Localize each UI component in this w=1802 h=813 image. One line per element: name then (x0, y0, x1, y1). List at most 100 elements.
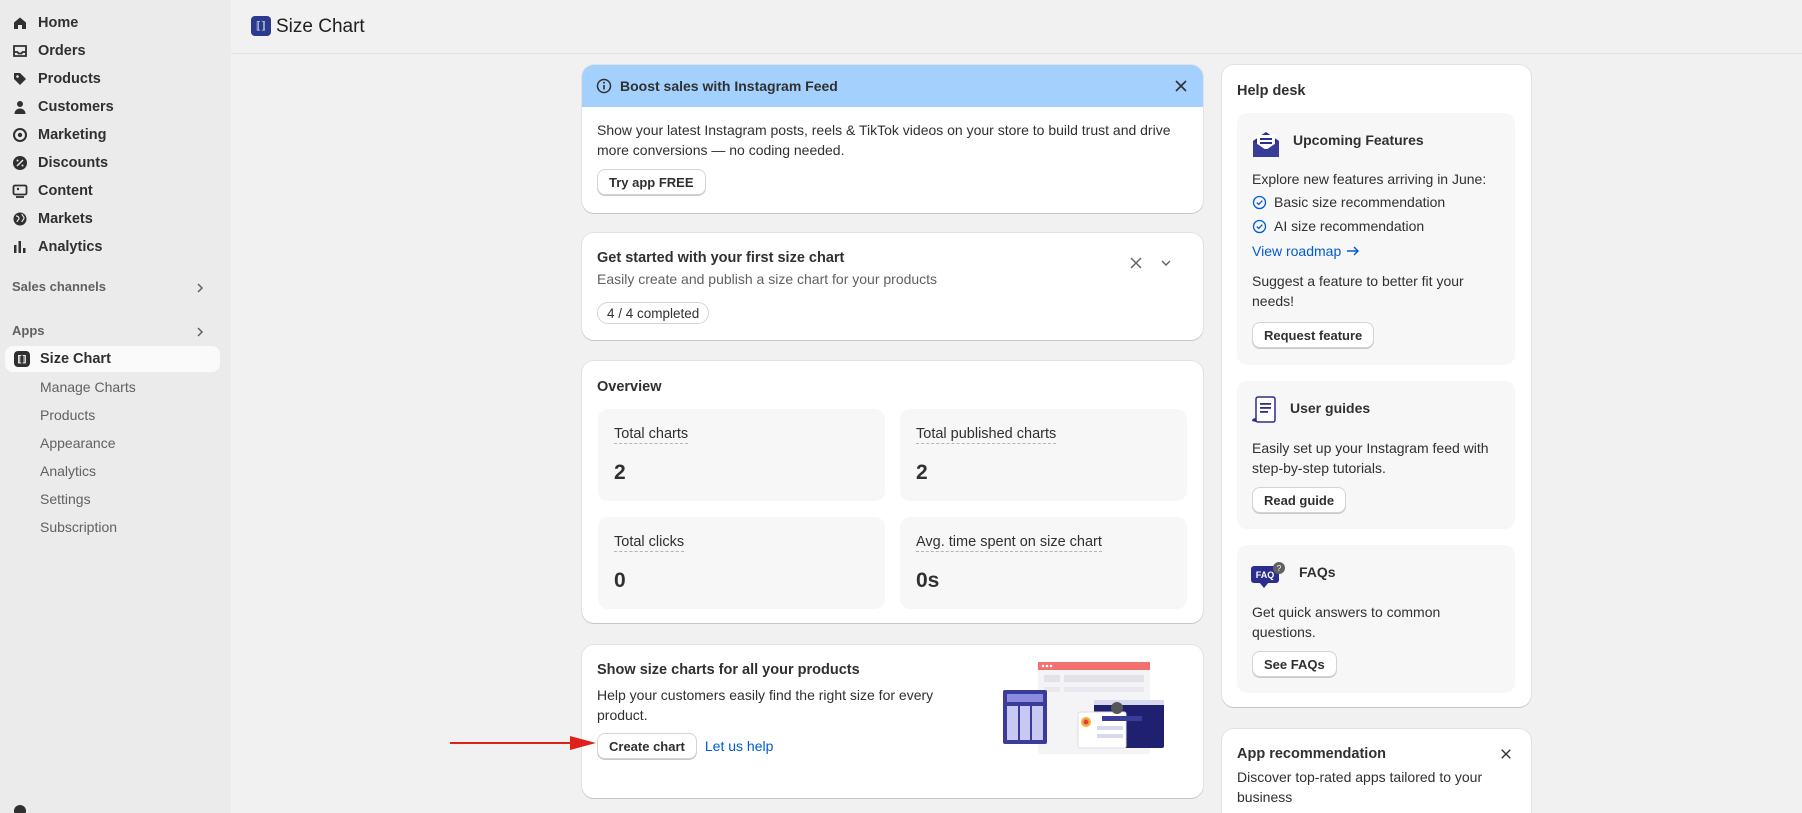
person-icon (14, 101, 26, 114)
overview-title: Overview (597, 379, 662, 395)
view-roadmap-link[interactable]: View roadmap (1252, 243, 1360, 259)
stat-value: 2 (916, 461, 928, 484)
nav-discounts[interactable]: Discounts (12, 151, 108, 175)
roadmap-link-label[interactable]: View roadmap (1252, 243, 1341, 259)
stat-value: 0 (614, 569, 626, 592)
app-recommendation-card: App recommendation Discover top-rated ap… (1222, 729, 1531, 813)
sidebar-item-size-chart[interactable]: ⟦⟧ Size Chart (5, 346, 220, 372)
user-guides-panel: User guides Easily set up your Instagram… (1237, 381, 1515, 529)
stat-label: Avg. time spent on size chart (916, 534, 1102, 552)
faqs-panel: FAQ ? FAQs Get quick answers to common q… (1237, 545, 1515, 693)
page-title: Size Chart (276, 16, 365, 37)
stat-value: 2 (614, 461, 626, 484)
nav-markets[interactable]: Markets (12, 207, 93, 231)
upcoming-intro: Explore new features arriving in June: (1252, 171, 1487, 187)
tag-icon (14, 73, 26, 85)
nav-discounts-label: Discounts (38, 155, 109, 171)
stat-avg-time: Avg. time spent on size chart 0s (900, 517, 1187, 609)
upcoming-item: AI size recommendation (1252, 218, 1424, 234)
app-recommendation-title: App recommendation (1237, 746, 1387, 762)
apps-label[interactable]: Apps (12, 323, 45, 338)
upcoming-item-label: AI size recommendation (1274, 218, 1425, 234)
nav-analytics-label: Analytics (38, 239, 103, 255)
size-chart-logo-icon: ⟦⟧ (14, 351, 30, 367)
promo-body: Help your customers easily find the righ… (597, 687, 934, 723)
dismiss-icon[interactable] (1129, 256, 1143, 270)
stat-total-clicks: Total clicks 0 (598, 517, 885, 609)
image-icon (12, 184, 28, 198)
nav-customers[interactable]: Customers (12, 95, 114, 119)
sidebar-item-settings[interactable]: Settings (40, 491, 91, 507)
nav-products[interactable]: Products (12, 67, 101, 91)
nav-home-label: Home (38, 15, 79, 31)
nav-analytics[interactable]: Analytics (12, 235, 102, 259)
faqs-title: FAQs (1299, 564, 1336, 580)
stat-total-charts: Total charts 2 (598, 409, 885, 501)
sidebar-item-analytics[interactable]: Analytics (40, 463, 96, 479)
try-app-button[interactable]: Try app FREE (597, 169, 706, 195)
upcoming-item-label: Basic size recommendation (1274, 194, 1446, 210)
stat-value: 0s (916, 569, 940, 592)
nav-orders-label: Orders (38, 43, 86, 59)
chevron-right-icon[interactable] (194, 326, 206, 338)
gear-icon[interactable] (12, 803, 28, 813)
nav-home[interactable]: Home (12, 11, 78, 35)
nav-customers-label: Customers (38, 99, 114, 115)
getting-started-card: Get started with your first size chart E… (582, 233, 1203, 340)
document-icon (1252, 396, 1276, 423)
question-mark-icon: ? (1273, 562, 1285, 574)
sidebar-item-manage-charts[interactable]: Manage Charts (40, 379, 136, 395)
nav-marketing[interactable]: Marketing (12, 123, 107, 147)
nav-markets-label: Markets (38, 211, 93, 227)
nav-content[interactable]: Content (12, 179, 93, 203)
upcoming-features-panel: Upcoming Features Explore new features a… (1237, 113, 1515, 365)
sidebar-item-products[interactable]: Products (40, 407, 95, 423)
sales-channels-label[interactable]: Sales channels (12, 279, 106, 294)
user-guides-title: User guides (1290, 400, 1371, 416)
promo-title: Show size charts for all your products (597, 662, 860, 678)
check-circle-icon (1252, 195, 1267, 209)
sidebar-item-appearance[interactable]: Appearance (40, 435, 116, 451)
close-icon[interactable] (1500, 748, 1512, 760)
home-icon (14, 17, 26, 29)
upcoming-item: Basic size recommendation (1252, 194, 1445, 210)
size-chart-illustration (1003, 662, 1164, 754)
chevron-down-icon[interactable] (1159, 256, 1173, 270)
top-bar: ⟦⟧ Size Chart (231, 0, 1802, 54)
help-desk-card: Help desk Upcoming Features Explore new … (1222, 65, 1531, 707)
instagram-banner: Boost sales with Instagram Feed Show you… (582, 65, 1203, 213)
chevron-right-icon[interactable] (194, 282, 206, 294)
let-us-help-link[interactable]: Let us help (705, 738, 774, 754)
read-guide-button[interactable]: Read guide (1252, 487, 1347, 513)
sidebar-item-subscription[interactable]: Subscription (40, 519, 117, 535)
overview-card: Overview Total charts 2 Total published … (582, 361, 1203, 623)
banner-header: Boost sales with Instagram Feed (582, 65, 1203, 107)
envelope-icon (1253, 132, 1279, 157)
faq-badge-icon: FAQ ? (1251, 562, 1285, 588)
user-guides-body: Easily set up your Instagram feed with s… (1252, 440, 1489, 476)
red-arrow-annotation (450, 736, 596, 750)
see-faqs-button[interactable]: See FAQs (1252, 651, 1337, 677)
nav-content-label: Content (38, 183, 93, 199)
nav-orders[interactable]: Orders (12, 39, 86, 63)
inbox-icon (13, 45, 27, 57)
help-desk-title: Help desk (1237, 83, 1306, 99)
banner-title: Boost sales with Instagram Feed (620, 78, 838, 94)
suggest-text: Suggest a feature to better fit your nee… (1252, 273, 1464, 309)
request-feature-button[interactable]: Request feature (1252, 322, 1375, 348)
app-recommendation-body: Discover top-rated apps tailored to your… (1237, 769, 1483, 805)
stat-label: Total published charts (916, 426, 1057, 444)
active-app-label: Size Chart (40, 351, 111, 367)
stat-total-published-charts: Total published charts 2 (900, 409, 1187, 501)
info-icon (596, 78, 612, 94)
arrow-right-icon[interactable] (1346, 245, 1360, 257)
create-chart-button[interactable]: Create chart (597, 733, 697, 759)
nav-products-label: Products (38, 71, 101, 87)
close-icon[interactable] (1174, 79, 1188, 93)
stat-label: Total clicks (614, 534, 685, 552)
sidebar: Home Orders Products Customers Marketing… (0, 0, 231, 813)
faqs-body: Get quick answers to common questions. (1252, 604, 1441, 640)
promo-card: Show size charts for all your products H… (582, 645, 1203, 798)
globe-icon (13, 212, 27, 226)
stat-label: Total charts (614, 426, 689, 444)
